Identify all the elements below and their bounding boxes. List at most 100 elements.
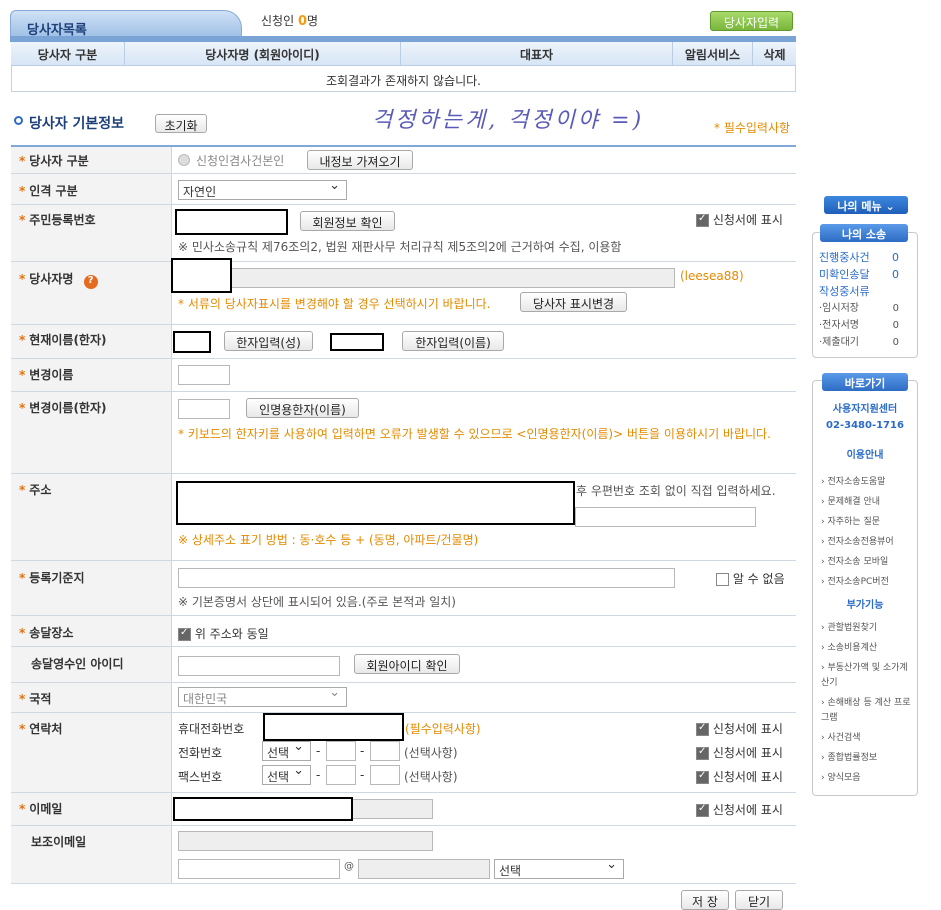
required-note: * 필수입력사항: [714, 121, 791, 135]
draft-item[interactable]: ·제출대기 0: [819, 334, 899, 351]
draft-item[interactable]: ·전자서명 0: [819, 317, 899, 334]
mobile-input[interactable]: [263, 713, 404, 741]
fax-dash-1: -: [316, 768, 321, 782]
my-lawsuit-head: 나의 소송: [820, 224, 908, 242]
extra-link[interactable]: › 관할법원찾기: [821, 621, 913, 636]
guide-link[interactable]: › 자주하는 질문: [821, 512, 913, 532]
close-button[interactable]: 닫기: [735, 890, 783, 910]
phone-area-select[interactable]: 선택: [262, 739, 311, 761]
recipient-id-input[interactable]: [178, 656, 340, 676]
phone-mid-input[interactable]: [326, 741, 356, 761]
party-list-tab[interactable]: 당사자목록: [10, 10, 242, 38]
rrn-note: ※ 민사소송규칙 제76조의2, 법원 재판사무 처리규칙 제5조의2에 근거하…: [178, 240, 622, 254]
registry-input[interactable]: [178, 568, 675, 588]
member-info-check-button[interactable]: 회원정보 확인: [300, 211, 395, 231]
support-center[interactable]: 사용자지원센터 02-3480-1716: [812, 402, 918, 434]
extra-link[interactable]: › 사건검색: [821, 731, 913, 746]
guide-link[interactable]: › 문제해결 안내: [821, 492, 913, 512]
extra-link[interactable]: › 손해배상 등 계산 프로그램: [821, 696, 913, 726]
guide-link[interactable]: › 전자소송도움말: [821, 472, 913, 492]
row-nationality: [11, 683, 796, 713]
guide-link[interactable]: › 전자소송 모바일: [821, 552, 913, 572]
show-phone-checkbox[interactable]: 신청서에 표시: [696, 744, 783, 761]
guide-link[interactable]: › 전자소송전용뷰어: [821, 532, 913, 552]
fax-mid-input[interactable]: [326, 765, 356, 785]
phone-label: 전화번호: [178, 746, 223, 760]
change-party-display-button[interactable]: 당사자 표시변경: [520, 292, 627, 312]
hanja-name-button[interactable]: 한자입력(이름): [402, 331, 504, 351]
person-type-select[interactable]: 자연인: [178, 178, 347, 200]
extra-link[interactable]: › 소송비용계산: [821, 641, 913, 656]
lawsuit-item[interactable]: 작성중서류: [819, 283, 899, 300]
handwritten-note: 걱정하는게, 걱정이야 =): [372, 108, 645, 133]
sub-email-domain-select[interactable]: 선택: [494, 857, 624, 879]
changed-hanja-note: * 키보드의 한자키를 사용하여 입력하면 오류가 발생할 수 있으므로 <인명…: [178, 427, 771, 441]
mobile-required: (필수입력사항): [405, 722, 481, 736]
address-detail-input[interactable]: [575, 507, 756, 527]
party-member-id: (leesea88): [680, 269, 744, 283]
changed-name-input[interactable]: [178, 365, 230, 385]
show-mobile-checkbox[interactable]: 신청서에 표시: [696, 720, 783, 737]
fax-label: 팩스번호: [178, 770, 223, 784]
guide-link[interactable]: › 전자소송PC버전: [821, 572, 913, 592]
guide-head: 이용안내: [846, 450, 884, 461]
hanja-name-input[interactable]: [330, 333, 384, 351]
lawsuit-list: 진행중사건 0 미확인송달 0 작성중서류 ·임시저장 0 ·전자서명 0 ·제출대기 0: [819, 249, 899, 351]
person-hanja-button[interactable]: 인명용한자(이름): [246, 398, 359, 418]
col-delete: 삭제: [763, 48, 786, 62]
phone-optional: (선택사항): [404, 746, 458, 760]
col-party-name: 당사자명 (회원아이디): [125, 42, 401, 65]
sub-email-domain-input[interactable]: [358, 859, 490, 879]
nationality-select[interactable]: 대한민국: [178, 685, 347, 707]
load-my-info-button[interactable]: 내정보 가져오기: [307, 150, 413, 170]
party-type-radio[interactable]: [178, 154, 190, 166]
extra-link[interactable]: › 양식모음: [821, 771, 913, 786]
fax-dash-2: -: [360, 768, 365, 782]
party-name-input[interactable]: [171, 258, 232, 293]
fax-last-input[interactable]: [370, 765, 400, 785]
address-note: ※ 상세주소 표기 방법 : 동·호수 등 + (동명, 아파트/건물명): [178, 533, 479, 547]
phone-last-input[interactable]: [370, 741, 400, 761]
rrn-input[interactable]: [175, 209, 288, 235]
registry-note: ※ 기본증명서 상단에 표시되어 있음.(주로 본적과 일치): [178, 595, 456, 609]
my-menu-button[interactable]: 나의 메뉴 ⌄: [824, 196, 908, 214]
row-delivery: [11, 616, 796, 647]
row-changed-name: [11, 359, 796, 392]
email-domain-field: [352, 799, 433, 819]
address-input[interactable]: [176, 481, 575, 525]
show-rrn-checkbox[interactable]: 신청서에 표시: [696, 211, 783, 228]
draft-item[interactable]: ·임시저장 0: [819, 300, 899, 317]
changed-hanja-input[interactable]: [178, 399, 230, 419]
lawsuit-item[interactable]: 진행중사건 0: [819, 249, 899, 266]
show-fax-checkbox[interactable]: 신청서에 표시: [696, 768, 783, 785]
same-address-checkbox[interactable]: 위 주소와 동일: [178, 625, 269, 642]
phone-dash-1: -: [316, 744, 321, 758]
fax-optional: (선택사항): [404, 770, 458, 784]
phone-dash-2: -: [360, 744, 365, 758]
party-table-header: 당사자 구분 당사자명 (회원아이디) 대표자 알림서비스 삭제: [11, 42, 796, 66]
extra-link[interactable]: › 종합법률정보: [821, 751, 913, 766]
extra-link[interactable]: › 부동산가액 및 소가계산기: [821, 661, 913, 691]
shortcut-head: 바로가기: [822, 373, 908, 391]
member-id-check-button[interactable]: 회원아이디 확인: [354, 654, 460, 674]
fax-area-select[interactable]: 선택: [262, 763, 311, 785]
applicant-count: 신청인 0명: [261, 14, 319, 29]
show-email-checkbox[interactable]: 신청서에 표시: [696, 801, 783, 818]
hanja-surname-input[interactable]: [173, 331, 211, 353]
address-hint: 후 우편번호 조회 없이 직접 입력하세요.: [576, 484, 776, 498]
guide-list: › 전자소송도움말 › 문제해결 안내 › 자주하는 질문 › 전자소송전용뷰어…: [821, 472, 913, 592]
reset-button[interactable]: 초기화: [155, 114, 207, 133]
unknown-checkbox[interactable]: 알 수 없음: [716, 570, 785, 587]
hanja-surname-button[interactable]: 한자입력(성): [224, 331, 313, 351]
lawsuit-item[interactable]: 미확인송달 0: [819, 266, 899, 283]
sub-email-id-input[interactable]: [178, 859, 340, 879]
col-representative: 대표자: [401, 42, 673, 65]
save-button[interactable]: 저 장: [681, 890, 729, 910]
form-title: 당사자 기본정보: [29, 116, 125, 132]
extra-head: 부가기능: [846, 600, 884, 611]
at-sign: @: [344, 861, 354, 872]
add-party-button[interactable]: 당사자입력: [710, 11, 793, 31]
email-input[interactable]: [173, 797, 353, 821]
sub-email-display: [178, 831, 433, 851]
bullet-icon: [14, 116, 23, 125]
